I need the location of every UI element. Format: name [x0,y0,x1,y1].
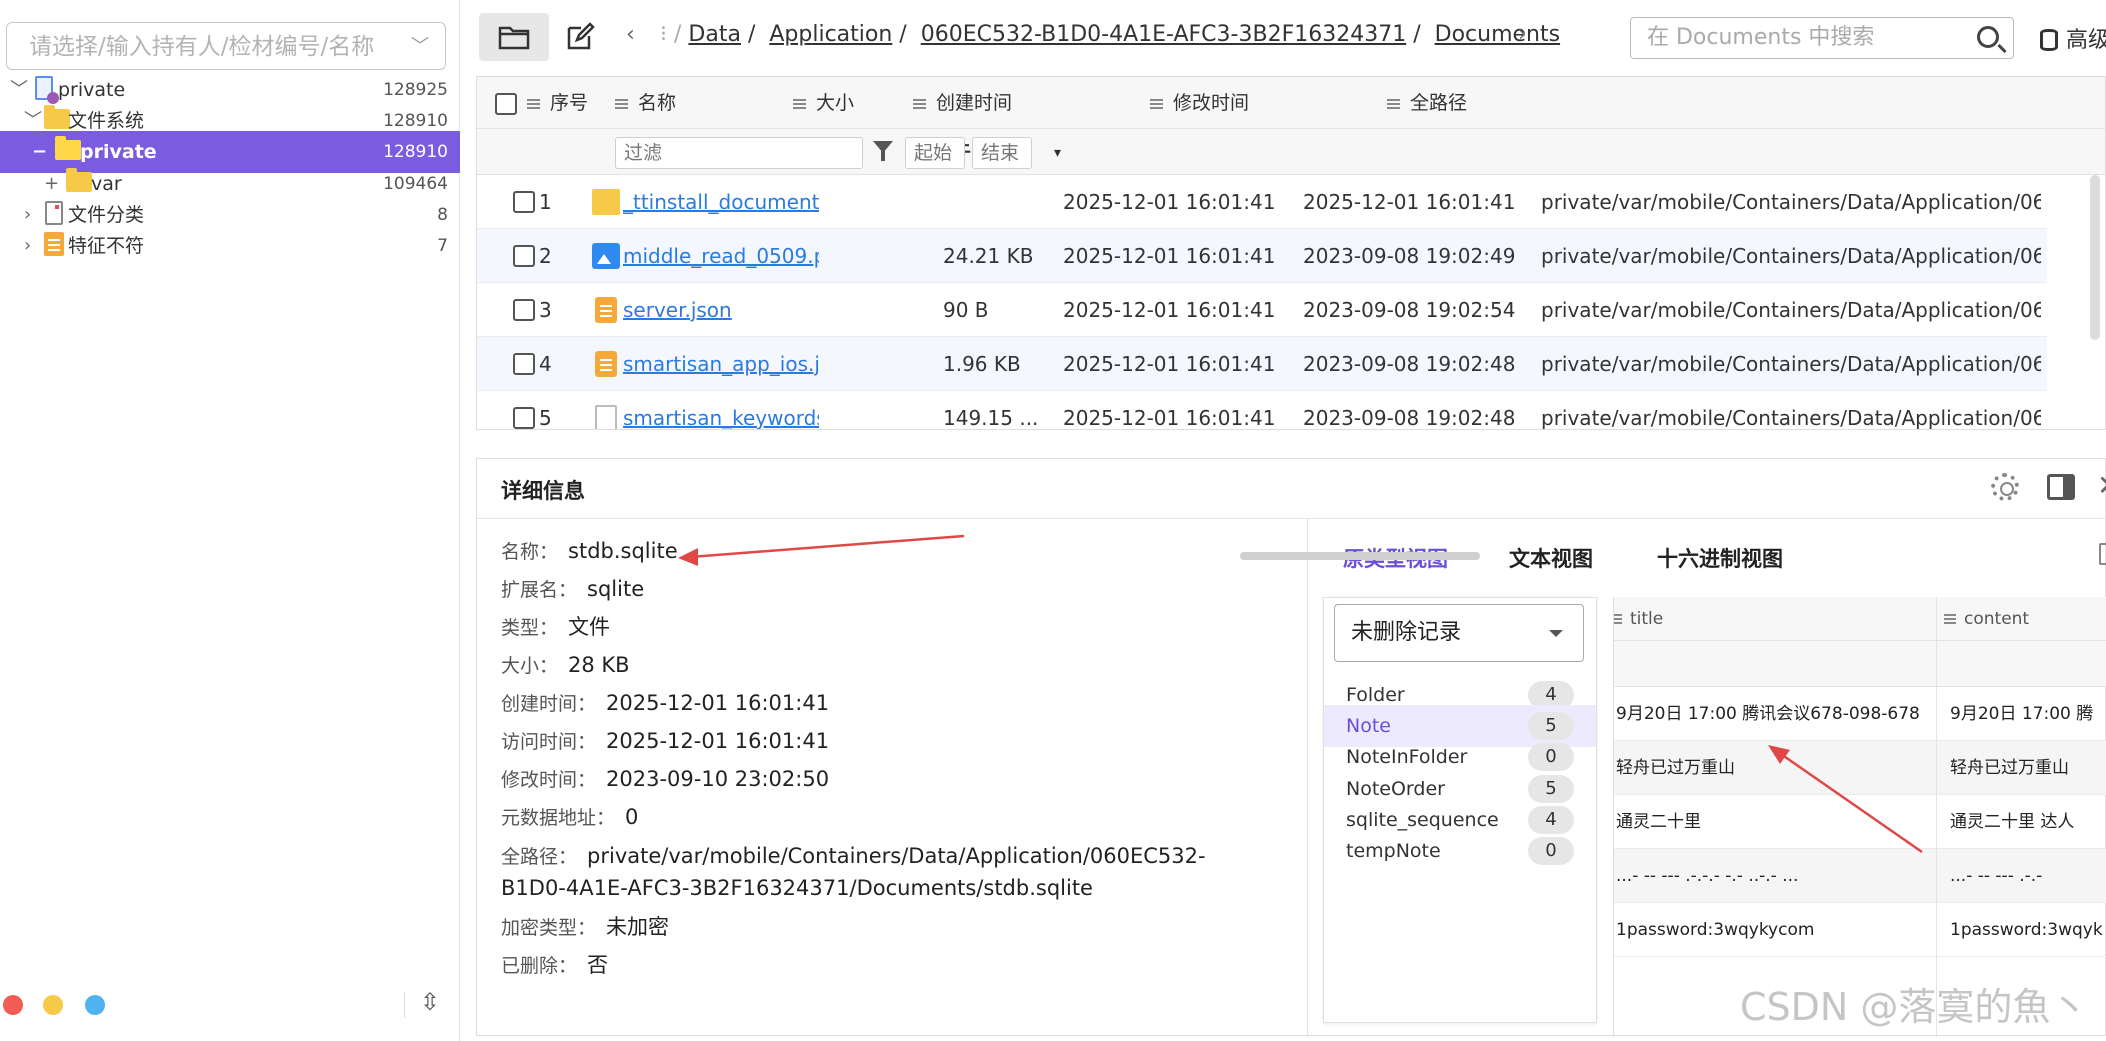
annotation-arrow [678,534,965,566]
annotation-arrow [1768,745,1923,854]
annotation-arrows [678,534,1923,854]
watermark: CSDN @落寞的魚丶 [1740,985,2089,1029]
